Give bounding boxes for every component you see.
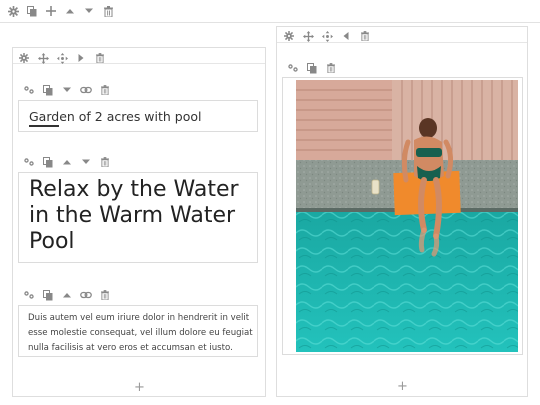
copy-icon[interactable] — [40, 288, 56, 302]
gear-icon[interactable] — [16, 51, 32, 65]
right-column-toolbar — [281, 29, 376, 43]
settings-icon[interactable] — [21, 83, 37, 97]
paragraph-widget-toolbar — [21, 288, 116, 302]
settings-icon[interactable] — [21, 288, 37, 302]
settings-icon[interactable] — [285, 61, 301, 75]
trash-icon[interactable] — [97, 288, 113, 302]
link-icon[interactable] — [78, 288, 94, 302]
chevron-left-icon[interactable] — [338, 29, 354, 43]
copy-icon[interactable] — [24, 4, 40, 18]
pool-photo[interactable] — [296, 80, 518, 352]
copy-icon[interactable] — [304, 61, 320, 75]
copy-icon[interactable] — [40, 83, 56, 97]
trash-icon[interactable] — [323, 61, 339, 75]
subtitle-text[interactable]: Garden of 2 acres with pool — [29, 109, 202, 124]
chevron-up-icon[interactable] — [59, 155, 75, 169]
chevron-up-icon[interactable] — [59, 288, 75, 302]
trash-icon[interactable] — [97, 83, 113, 97]
add-icon[interactable] — [43, 4, 59, 18]
paragraph-text[interactable]: Duis autem vel eum iriure dolor in hendr… — [28, 311, 264, 356]
chevron-down-icon[interactable] — [81, 4, 97, 18]
resize-icon[interactable] — [54, 51, 70, 65]
add-widget-button[interactable]: + — [397, 380, 408, 393]
heading-text[interactable]: Relax by the Water in the Warm Water Poo… — [29, 177, 261, 255]
chevron-right-icon[interactable] — [73, 51, 89, 65]
chevron-down-icon[interactable] — [78, 155, 94, 169]
subtitle-widget[interactable]: Garden of 2 acres with pool — [18, 100, 258, 132]
settings-icon[interactable] — [21, 155, 37, 169]
link-icon[interactable] — [78, 83, 94, 97]
chevron-up-icon[interactable] — [62, 4, 78, 18]
row-toolbar — [5, 4, 119, 18]
trash-icon[interactable] — [92, 51, 108, 65]
copy-icon[interactable] — [40, 155, 56, 169]
trash-icon[interactable] — [357, 29, 373, 43]
resize-icon[interactable] — [319, 29, 335, 43]
heading-widget[interactable]: Relax by the Water in the Warm Water Poo… — [18, 172, 258, 263]
subtitle-widget-toolbar — [21, 83, 116, 97]
heading-widget-toolbar — [21, 155, 116, 169]
move-icon[interactable] — [35, 51, 51, 65]
trash-icon[interactable] — [100, 4, 116, 18]
move-icon[interactable] — [300, 29, 316, 43]
paragraph-widget[interactable]: Duis autem vel eum iriure dolor in hendr… — [18, 305, 258, 357]
gear-icon[interactable] — [281, 29, 297, 43]
add-widget-button[interactable]: + — [134, 381, 145, 394]
subtitle-underline — [29, 125, 59, 127]
gear-icon[interactable] — [5, 4, 21, 18]
pool-photo-illustration — [296, 80, 518, 352]
chevron-down-icon[interactable] — [59, 83, 75, 97]
trash-icon[interactable] — [97, 155, 113, 169]
image-widget-toolbar — [285, 61, 342, 75]
left-column-toolbar — [16, 51, 111, 65]
